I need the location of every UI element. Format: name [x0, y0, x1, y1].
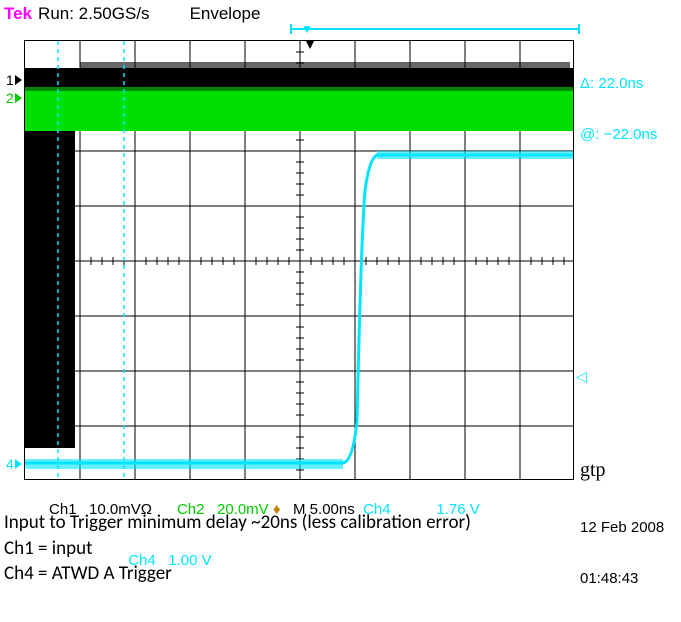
cursor-delta: Δ: 22.0ns [580, 75, 657, 92]
cursor-readout: Δ: 22.0ns @: −22.0ns [580, 40, 657, 178]
trigger-t-icon [306, 41, 314, 49]
scope-footer: Ch1 10.0mVΩ Ch2 20.0mV ♦ M 5.00ns Ch4 1.… [24, 484, 664, 586]
ch4-ground-marker: 4 [6, 456, 22, 472]
bw-icon: ♦ [269, 501, 285, 518]
brand-label: Tek [4, 4, 32, 24]
arrow-right-icon [15, 75, 22, 85]
trigger-t-marker-icon: ▼ [300, 22, 314, 36]
waveform-plot [24, 40, 574, 480]
cursor-at: @: −22.0ns [580, 126, 657, 143]
arrow-right-icon [15, 93, 22, 103]
capture-timestamp: 12 Feb 2008 01:48:43 [580, 484, 664, 622]
acquire-mode-label: Envelope [190, 4, 261, 24]
ch2-ground-marker: 2 [6, 90, 22, 106]
run-rate-label: Run: 2.50GS/s [38, 4, 150, 24]
scope-header: Tek Run: 2.50GS/s Envelope [4, 4, 260, 24]
trigger-source: Ch4 1.76 V [363, 501, 480, 518]
ch4-scale: Ch4 1.00 V [128, 552, 211, 569]
ch2-trace [25, 87, 574, 131]
trigger-position-bar: ▼ [290, 24, 580, 34]
ch2-scale: Ch2 20.0mV [177, 501, 269, 518]
oscilloscope-screenshot: Tek Run: 2.50GS/s Envelope ▼ Δ: 22.0ns @… [4, 4, 674, 504]
ch1-scale: Ch1 10.0mVΩ [49, 501, 152, 518]
timebase-label: M 5.00ns [285, 501, 363, 518]
annotation-gtp: gtp [580, 459, 606, 482]
arrow-right-icon [15, 459, 22, 469]
ch1-ground-marker: 1 [6, 72, 22, 88]
cursor-arrow-icon: ◁ [576, 368, 587, 385]
